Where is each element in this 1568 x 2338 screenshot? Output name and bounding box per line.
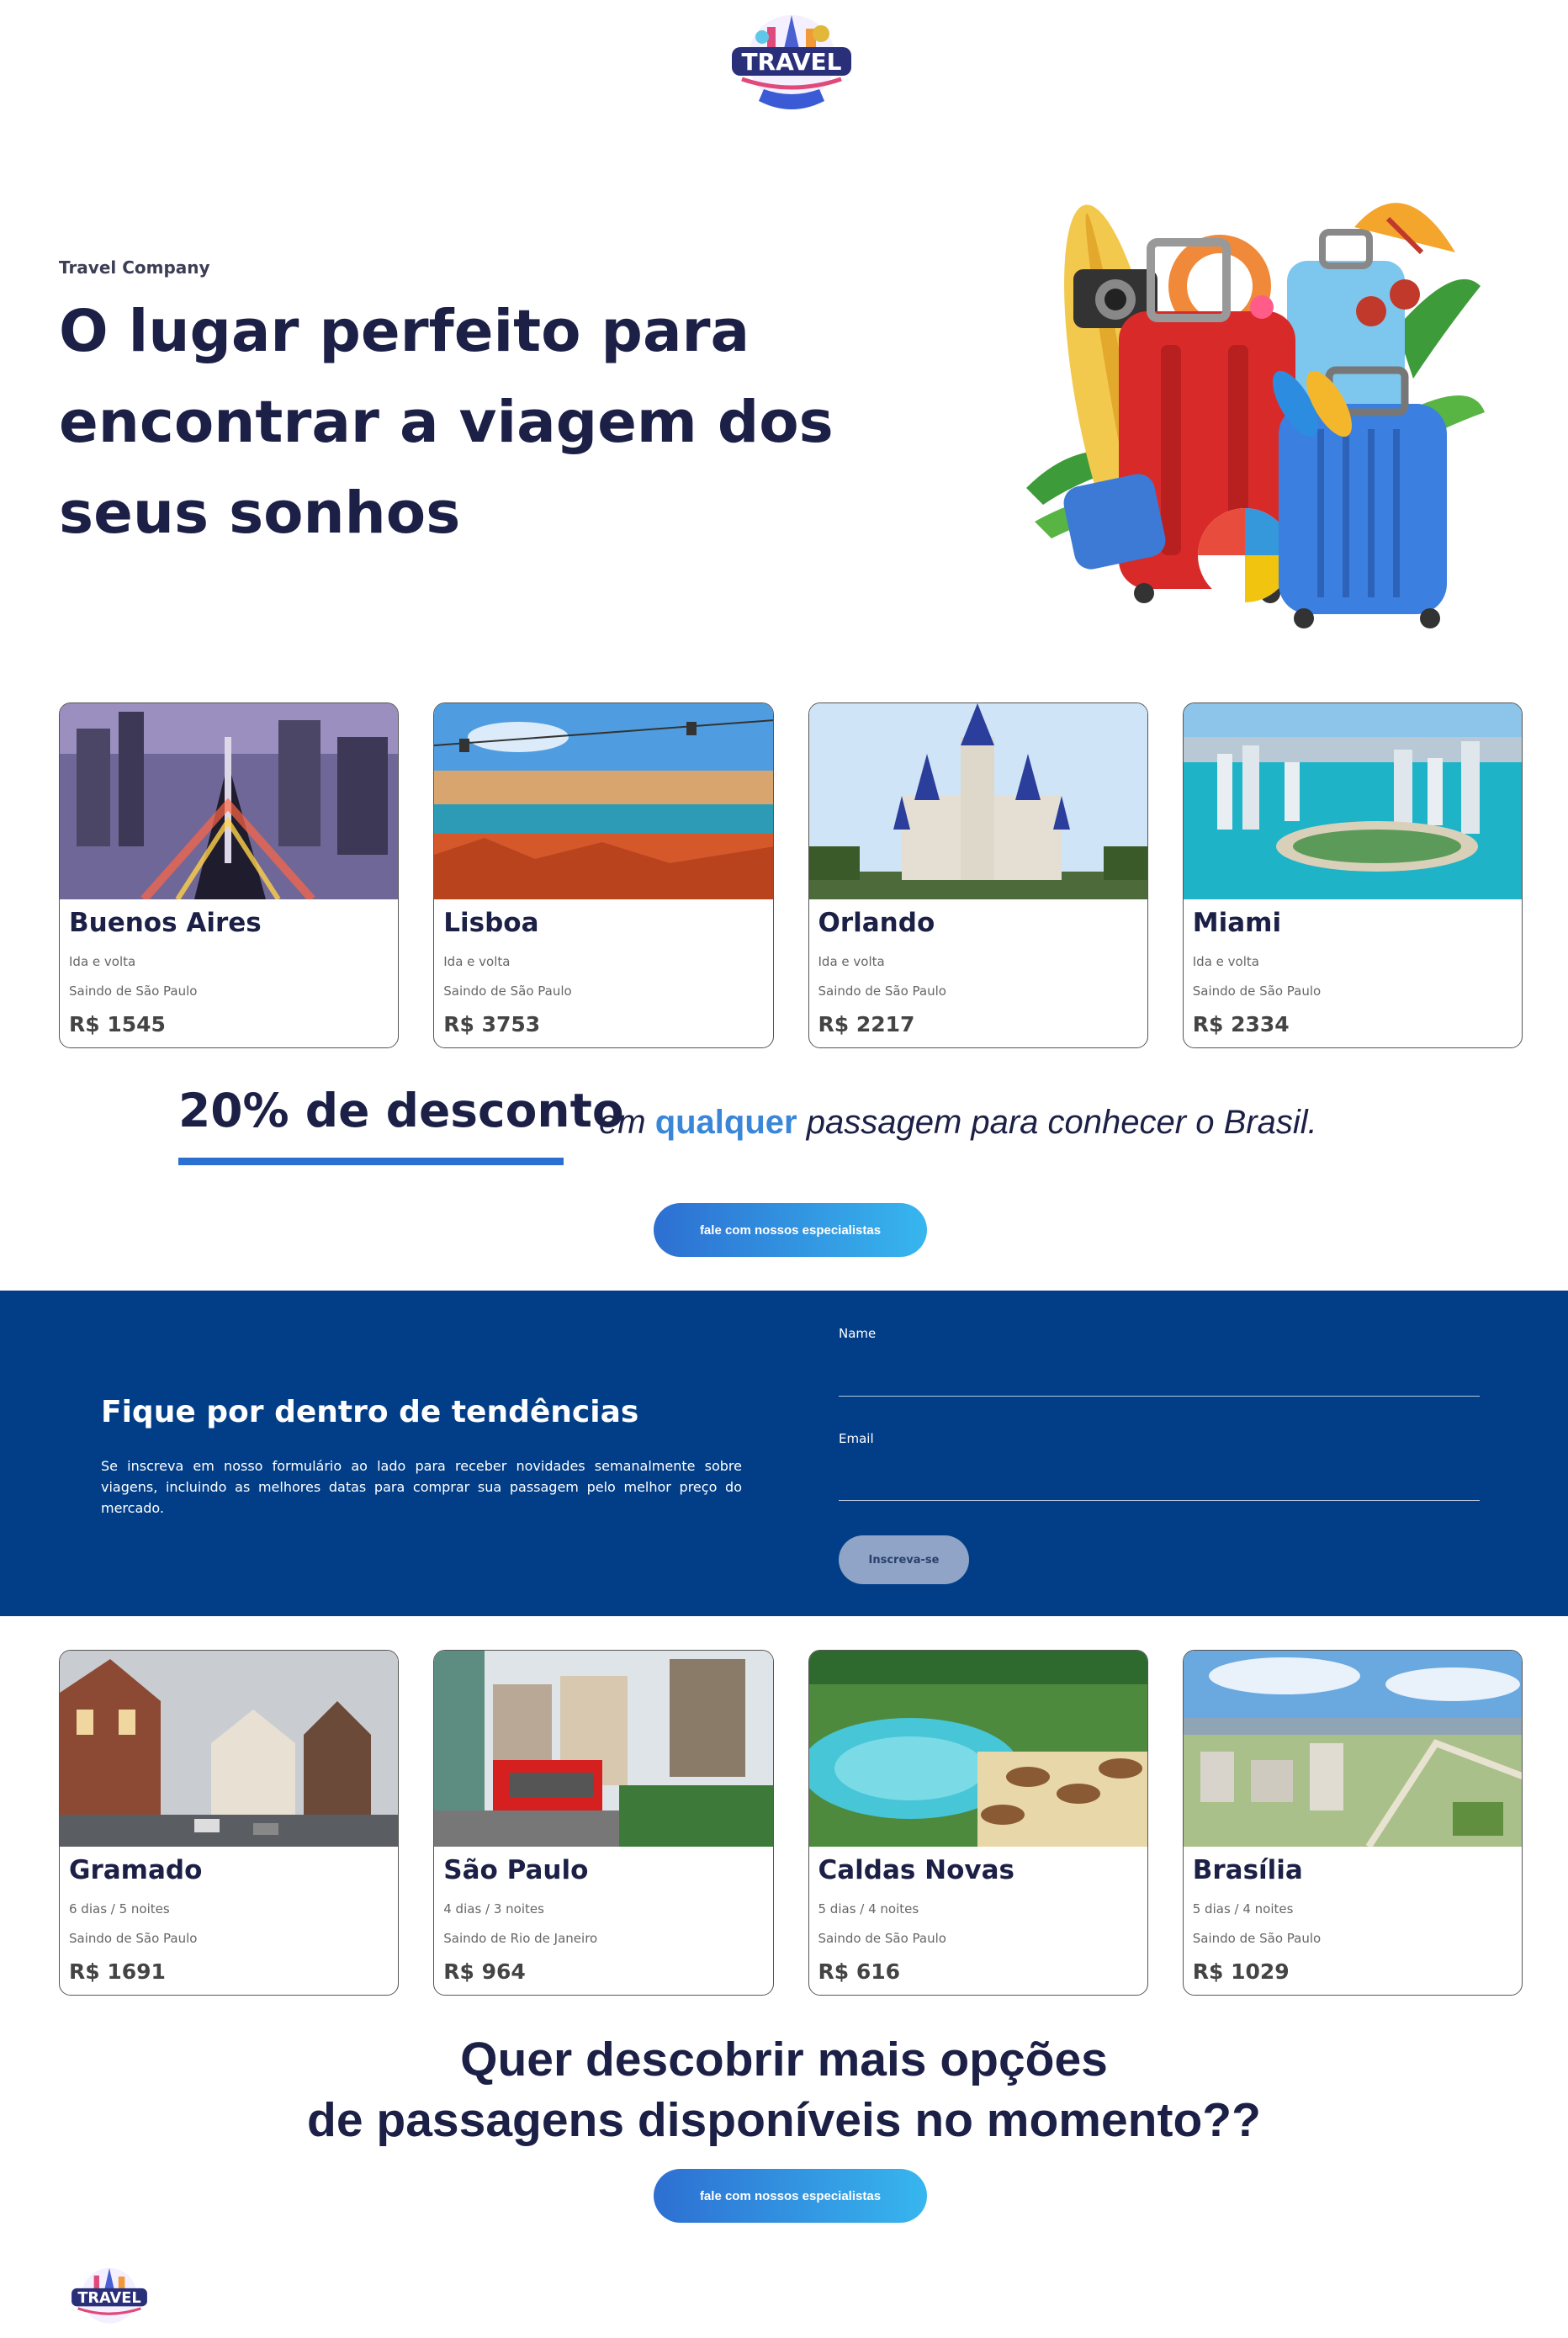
email-field[interactable] xyxy=(839,1471,1480,1501)
newsletter-section: Fique por dentro de tendências Se inscre… xyxy=(0,1291,1568,1616)
name-field[interactable] xyxy=(839,1366,1480,1397)
orlando-photo xyxy=(808,703,1147,899)
caldas-novas-photo xyxy=(808,1651,1147,1847)
promo-underline xyxy=(178,1158,564,1165)
newsletter-title: Fique por dentro de tendências xyxy=(101,1395,639,1429)
newsletter-description: Se inscreva em nosso formulário ao lado … xyxy=(101,1458,742,1516)
card-duration: 6 dias / 5 noites xyxy=(69,1901,170,1917)
destination-card-orlando[interactable]: Orlando Ida e volta Saindo de São Paulo … xyxy=(808,702,1148,1048)
logo-text: TRAVEL xyxy=(741,48,841,76)
destination-card-sao-paulo[interactable]: São Paulo 4 dias / 3 noites Saindo de Ri… xyxy=(433,1650,774,1996)
promo-headline: 20% de desconto xyxy=(178,1084,624,1137)
card-departure: Saindo de São Paulo xyxy=(818,1931,946,1946)
card-duration: 4 dias / 3 noites xyxy=(443,1901,544,1917)
cta-line-2: de passagens disponíveis no momento?? xyxy=(307,2093,1261,2147)
contact-specialists-button-bottom[interactable]: fale com nossos especialistas xyxy=(654,2169,927,2223)
card-price: R$ 1691 xyxy=(69,1959,166,1984)
hero-kicker: Travel Company xyxy=(59,257,210,278)
card-departure: Saindo de Rio de Janeiro xyxy=(443,1931,598,1946)
card-departure: Saindo de São Paulo xyxy=(443,983,572,999)
card-departure: Saindo de São Paulo xyxy=(1192,1931,1322,1946)
card-city: Miami xyxy=(1192,908,1282,938)
destination-card-miami[interactable]: Miami Ida e volta Saindo de São Paulo R$… xyxy=(1182,702,1523,1048)
destination-card-lisboa[interactable]: Lisboa Ida e volta Saindo de São Paulo R… xyxy=(433,702,774,1048)
card-city: Lisboa xyxy=(443,908,539,938)
footer-travel-logo[interactable]: TRAVEL xyxy=(67,2263,151,2330)
destination-card-gramado[interactable]: Gramado 6 dias / 5 noites Saindo de São … xyxy=(59,1650,400,1996)
card-price: R$ 1545 xyxy=(69,1012,166,1036)
card-city: Orlando xyxy=(818,908,935,938)
card-trip-type: Ida e volta xyxy=(69,954,136,969)
brasilia-photo xyxy=(1183,1651,1522,1847)
cta-line-1: Quer descobrir mais opções xyxy=(460,2033,1108,2086)
sao-paulo-photo xyxy=(434,1651,773,1847)
miami-photo xyxy=(1183,703,1522,899)
card-city: Buenos Aires xyxy=(69,908,262,938)
destination-card-caldas-novas[interactable]: Caldas Novas 5 dias / 4 noites Saindo de… xyxy=(808,1650,1148,1996)
card-trip-type: Ida e volta xyxy=(1192,954,1259,969)
card-city: São Paulo xyxy=(443,1855,589,1885)
footer-logo-text: TRAVEL xyxy=(77,2290,140,2307)
gramado-photo xyxy=(60,1651,399,1847)
lisboa-photo xyxy=(434,703,773,899)
destination-card-brasilia[interactable]: Brasília 5 dias / 4 noites Saindo de São… xyxy=(1182,1650,1523,1996)
card-price: R$ 2217 xyxy=(818,1012,915,1036)
card-departure: Saindo de São Paulo xyxy=(818,983,946,999)
card-price: R$ 616 xyxy=(818,1959,901,1984)
promo-text: em qualquer passagem para conhecer o Bra… xyxy=(599,1104,1317,1141)
destination-card-buenos-aires[interactable]: Buenos Aires Ida e volta Saindo de São P… xyxy=(59,702,400,1048)
card-city: Caldas Novas xyxy=(818,1855,1014,1885)
hero-title: O lugar perfeito para encontrar a viagem… xyxy=(59,298,834,547)
card-price: R$ 2334 xyxy=(1192,1012,1290,1036)
email-label: Email xyxy=(839,1431,874,1446)
buenos-aires-photo xyxy=(60,703,399,899)
name-label: Name xyxy=(839,1326,877,1341)
card-duration: 5 dias / 4 noites xyxy=(1192,1901,1294,1917)
card-trip-type: Ida e volta xyxy=(443,954,511,969)
promo-highlight: qualquer xyxy=(654,1104,797,1141)
card-duration: 5 dias / 4 noites xyxy=(818,1901,919,1917)
luggage-illustration xyxy=(1026,203,1485,628)
card-departure: Saindo de São Paulo xyxy=(1192,983,1322,999)
cta-heading: Quer descobrir mais opções de passagens … xyxy=(0,2029,1568,2150)
card-city: Gramado xyxy=(69,1855,203,1885)
card-price: R$ 3753 xyxy=(443,1012,541,1036)
contact-specialists-button[interactable]: fale com nossos especialistas xyxy=(654,1203,927,1257)
national-cards: Gramado 6 dias / 5 noites Saindo de São … xyxy=(59,1650,1523,1996)
card-price: R$ 1029 xyxy=(1192,1959,1290,1984)
card-departure: Saindo de São Paulo xyxy=(69,1931,198,1946)
international-cards: Buenos Aires Ida e volta Saindo de São P… xyxy=(59,702,1523,1048)
subscribe-button[interactable]: Inscreva-se xyxy=(839,1535,969,1584)
card-departure: Saindo de São Paulo xyxy=(69,983,198,999)
card-city: Brasília xyxy=(1192,1855,1303,1885)
card-trip-type: Ida e volta xyxy=(818,954,885,969)
travel-logo[interactable]: TRAVEL xyxy=(725,8,858,113)
card-price: R$ 964 xyxy=(443,1959,526,1984)
